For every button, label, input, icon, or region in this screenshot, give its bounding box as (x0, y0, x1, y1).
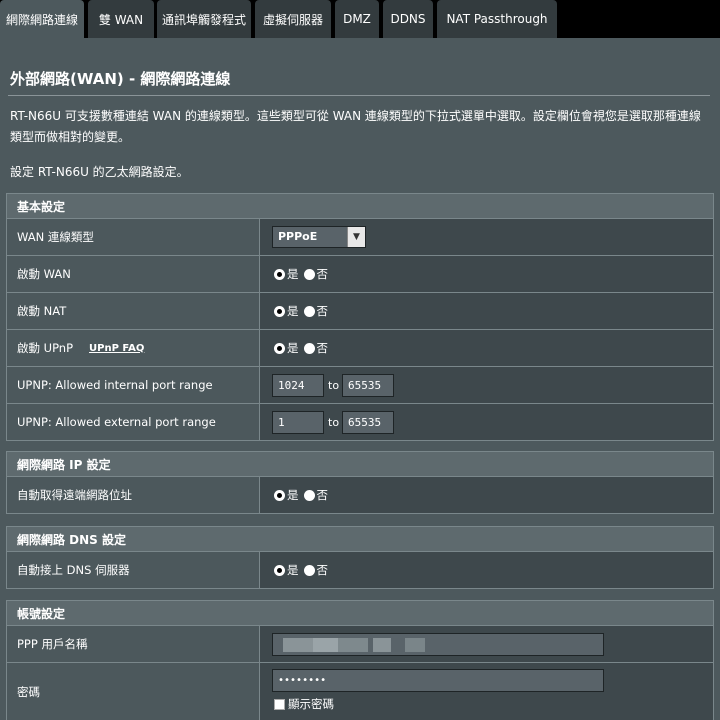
wan-type-value: PPPoE (278, 230, 318, 243)
password-label: 密碼 (7, 663, 259, 720)
auto-dns-radios: 是 否 (274, 562, 333, 578)
row-auto-dns: 自動接上 DNS 伺服器 是 否 (6, 552, 714, 589)
show-password-checkbox[interactable] (274, 698, 285, 710)
section-account-header: 帳號設定 (6, 600, 714, 626)
row-password: 密碼 •••••••• 顯示密碼 (6, 663, 714, 720)
external-port-from-input[interactable]: 1 (272, 411, 324, 434)
username-cell (259, 626, 713, 662)
enable-wan-no-radio[interactable] (303, 268, 315, 280)
no-label: 否 (316, 267, 329, 281)
chevron-down-icon[interactable]: ▼ (347, 227, 365, 247)
show-password-label: 顯示密碼 (288, 697, 334, 711)
enable-wan-radios: 是 否 (274, 266, 333, 282)
enable-wan-label: 啟動 WAN (7, 256, 259, 292)
tab-virtual-server[interactable]: 虛擬伺服器 (255, 0, 331, 38)
yes-label: 是 (287, 304, 299, 318)
section-ip-header: 網際網路 IP 設定 (6, 451, 714, 477)
row-upnp-internal-range: UPNP: Allowed internal port range 1024 t… (6, 367, 714, 404)
no-label: 否 (316, 488, 329, 502)
yes-label: 是 (287, 267, 299, 281)
enable-nat-cell: 是 否 (259, 293, 713, 329)
page-subtitle: 設定 RT-N66U 的乙太網路設定。 (10, 165, 189, 179)
auto-dns-label: 自動接上 DNS 伺服器 (7, 552, 259, 588)
row-enable-upnp: 啟動 UPnP UPnP FAQ 是 否 (6, 330, 714, 367)
upnp-external-range-label: UPNP: Allowed external port range (7, 404, 259, 440)
auto-ip-no-radio[interactable] (303, 489, 315, 501)
enable-wan-yes-radio[interactable] (274, 268, 285, 280)
wan-type-cell: PPPoE ▼ (259, 219, 713, 255)
username-label: PPP 用戶名稱 (7, 626, 259, 662)
enable-upnp-yes-radio[interactable] (274, 342, 285, 354)
auto-dns-yes-radio[interactable] (274, 564, 285, 576)
enable-upnp-label-cell: 啟動 UPnP UPnP FAQ (7, 330, 259, 366)
row-upnp-external-range: UPNP: Allowed external port range 1 to 6… (6, 404, 714, 441)
upnp-internal-range-cell: 1024 to 65535 (259, 367, 713, 403)
yes-label: 是 (287, 341, 299, 355)
tab-dual-wan[interactable]: 雙 WAN (88, 0, 154, 38)
enable-upnp-no-radio[interactable] (303, 342, 315, 354)
show-password-checkbox-wrap: 顯示密碼 (274, 696, 334, 712)
section-dns-header: 網際網路 DNS 設定 (6, 526, 714, 552)
redacted-block (338, 638, 368, 652)
wan-type-select[interactable]: PPPoE ▼ (272, 226, 366, 248)
password-input[interactable]: •••••••• (272, 669, 604, 692)
tab-bar: 網際網路連線 雙 WAN 通訊埠觸發程式 虛擬伺服器 DMZ DDNS NAT … (0, 0, 720, 38)
yes-label: 是 (287, 488, 299, 502)
page-title: 外部網路(WAN) - 網際網路連線 (10, 70, 231, 88)
auto-ip-yes-radio[interactable] (274, 489, 285, 501)
auto-dns-no-radio[interactable] (303, 564, 315, 576)
enable-nat-yes-radio[interactable] (274, 305, 285, 317)
username-input[interactable] (272, 633, 604, 656)
tab-internet-connection[interactable]: 網際網路連線 (0, 0, 84, 38)
tab-nat-passthrough[interactable]: NAT Passthrough (437, 0, 557, 38)
enable-upnp-radios: 是 否 (274, 340, 333, 356)
upnp-internal-range-label: UPNP: Allowed internal port range (7, 367, 259, 403)
upnp-external-range-cell: 1 to 65535 (259, 404, 713, 440)
redacted-block (283, 638, 313, 652)
title-divider (8, 95, 710, 96)
section-basic-header: 基本設定 (6, 193, 714, 219)
row-wan-type: WAN 連線類型 PPPoE ▼ (6, 219, 714, 256)
redacted-block (405, 638, 425, 652)
to-label: to (328, 416, 340, 429)
enable-nat-label: 啟動 NAT (7, 293, 259, 329)
internal-port-to-input[interactable]: 65535 (342, 374, 394, 397)
row-enable-nat: 啟動 NAT 是 否 (6, 293, 714, 330)
to-label: to (328, 379, 340, 392)
enable-upnp-cell: 是 否 (259, 330, 713, 366)
enable-nat-no-radio[interactable] (303, 305, 315, 317)
tab-dmz[interactable]: DMZ (335, 0, 379, 38)
no-label: 否 (316, 563, 329, 577)
auto-ip-cell: 是 否 (259, 477, 713, 513)
yes-label: 是 (287, 563, 299, 577)
auto-ip-radios: 是 否 (274, 487, 333, 503)
enable-upnp-label: 啟動 UPnP (17, 341, 74, 355)
no-label: 否 (316, 304, 329, 318)
external-port-to-input[interactable]: 65535 (342, 411, 394, 434)
redacted-block (313, 638, 338, 652)
tab-port-trigger[interactable]: 通訊埠觸發程式 (157, 0, 251, 38)
redacted-block (373, 638, 391, 652)
password-cell: •••••••• 顯示密碼 (259, 663, 713, 720)
wan-type-label: WAN 連線類型 (7, 219, 259, 255)
tab-ddns[interactable]: DDNS (383, 0, 433, 38)
row-auto-ip: 自動取得遠端網路位址 是 否 (6, 477, 714, 514)
no-label: 否 (316, 341, 329, 355)
enable-wan-cell: 是 否 (259, 256, 713, 292)
row-username: PPP 用戶名稱 (6, 626, 714, 663)
page-description: RT-N66U 可支援數種連結 WAN 的連線類型。這些類型可從 WAN 連線類… (10, 109, 701, 144)
upnp-faq-link[interactable]: UPnP FAQ (89, 343, 144, 354)
internal-port-from-input[interactable]: 1024 (272, 374, 324, 397)
enable-nat-radios: 是 否 (274, 303, 333, 319)
auto-ip-label: 自動取得遠端網路位址 (7, 477, 259, 513)
auto-dns-cell: 是 否 (259, 552, 713, 588)
row-enable-wan: 啟動 WAN 是 否 (6, 256, 714, 293)
